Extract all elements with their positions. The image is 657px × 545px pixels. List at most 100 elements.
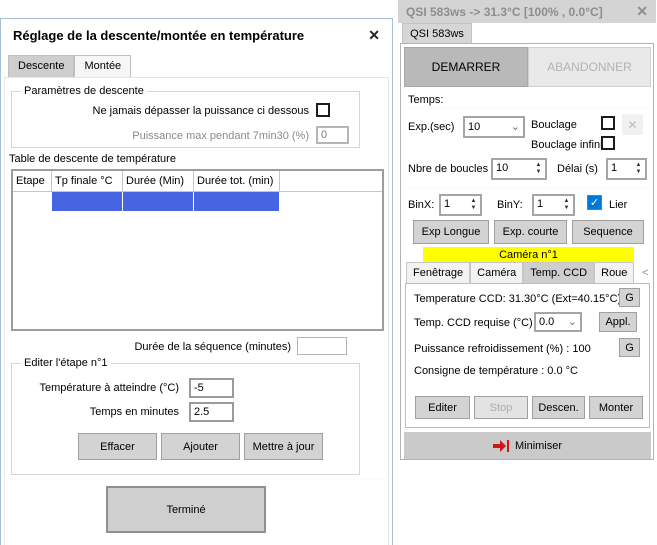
- window-title: Réglage de la descente/montée en tempéra…: [13, 28, 304, 43]
- link-bin-checkbox[interactable]: ✓: [587, 195, 602, 210]
- never-exceed-power-label: Ne jamais dépasser la puissance ci desso…: [31, 105, 309, 117]
- time-minutes-input[interactable]: 2.5: [189, 402, 234, 422]
- spin-up-icon[interactable]: ▲: [471, 198, 477, 205]
- camera-tabs: Fenêtrage Caméra Temp. CCD Roue < >: [406, 262, 657, 283]
- max-power-input[interactable]: 0: [316, 126, 349, 144]
- raise-button[interactable]: Monter: [589, 396, 643, 419]
- loops-count-label: Nbre de boucles: [408, 163, 488, 175]
- minimize-arrow-icon: [493, 440, 509, 452]
- table-cell[interactable]: [194, 192, 280, 211]
- biny-label: BinY:: [497, 199, 523, 211]
- biny-value: 1: [534, 196, 560, 214]
- spin-up-icon[interactable]: ▲: [564, 198, 570, 205]
- binx-label: BinX:: [408, 199, 434, 211]
- minimize-label: Minimiser: [515, 440, 562, 452]
- required-temp-label: Temp. CCD requise (°C): [414, 317, 533, 329]
- target-temperature-label: Température à atteindre (°C): [31, 382, 179, 394]
- biny-stepper[interactable]: 1 ▲▼: [532, 194, 575, 216]
- spin-up-icon[interactable]: ▲: [536, 162, 542, 169]
- window-titlebar: QSI 583ws -> 31.3°C [100% , 0.0°C] ✕: [398, 0, 656, 23]
- short-exposure-button[interactable]: Exp. courte: [494, 220, 567, 244]
- clear-button[interactable]: Effacer: [78, 433, 157, 460]
- target-temperature-input[interactable]: -5: [189, 378, 234, 398]
- delay-stepper[interactable]: 1 ▲▼: [606, 158, 647, 180]
- graph-button[interactable]: G: [619, 338, 640, 357]
- col-etape: Etape: [13, 171, 52, 191]
- close-icon[interactable]: ✕: [368, 27, 380, 44]
- table-row[interactable]: [13, 192, 382, 211]
- required-temp-combobox[interactable]: 0.0 ⌄: [534, 312, 582, 332]
- abort-button[interactable]: ABANDONNER: [528, 47, 651, 87]
- spin-down-icon[interactable]: ▼: [564, 205, 570, 212]
- camera-panel: DEMARRER ABANDONNER Temps: Exp.(sec) 10 …: [400, 43, 654, 460]
- bottom-divider: [4, 479, 389, 480]
- temperature-setpoint-readout: Consigne de température : 0.0 °C: [414, 365, 578, 377]
- edit-button[interactable]: Editer: [415, 396, 470, 419]
- link-bin-label: Lier: [609, 199, 627, 211]
- close-icon[interactable]: ✕: [636, 3, 648, 20]
- sequence-button[interactable]: Sequence: [572, 220, 644, 244]
- col-duree: Durée (Min): [123, 171, 194, 191]
- never-exceed-power-checkbox[interactable]: [316, 103, 330, 117]
- window-title: QSI 583ws -> 31.3°C [100% , 0.0°C]: [406, 5, 603, 19]
- tab-fenetrage[interactable]: Fenêtrage: [406, 262, 470, 283]
- table-cell[interactable]: [123, 192, 194, 211]
- chevron-down-icon[interactable]: ⌄: [568, 318, 580, 326]
- descent-table-header: Etape Tp finale °C Durée (Min) Durée tot…: [13, 171, 382, 192]
- infinite-loop-checkbox[interactable]: [601, 136, 615, 150]
- sequence-duration-input[interactable]: [297, 337, 347, 355]
- loops-count-value: 10: [493, 160, 532, 178]
- exposure-value: 10: [468, 121, 480, 133]
- loops-count-stepper[interactable]: 10 ▲▼: [491, 158, 547, 180]
- spin-down-icon[interactable]: ▼: [636, 169, 642, 176]
- tab-scroll-left-icon[interactable]: <: [642, 267, 648, 279]
- tab-roue[interactable]: Roue: [594, 262, 634, 283]
- tab-montee[interactable]: Montée: [74, 55, 131, 77]
- cooling-power-readout: Puissance refroidissement (%) : 100: [414, 343, 591, 355]
- tab-qsi-583ws[interactable]: QSI 583ws: [402, 23, 472, 43]
- binx-value: 1: [441, 196, 467, 214]
- descent-params-group-label: Paramètres de descente: [21, 85, 147, 97]
- divider: [404, 108, 650, 109]
- loop-checkbox[interactable]: [601, 116, 615, 130]
- descent-table-label: Table de descente de température: [9, 153, 176, 165]
- check-icon: ✓: [590, 196, 599, 209]
- update-button[interactable]: Mettre à jour: [244, 433, 323, 460]
- descend-button[interactable]: Descen.: [532, 396, 585, 419]
- cancel-loop-icon[interactable]: ✕: [622, 114, 643, 135]
- exposure-label: Exp.(sec): [408, 121, 454, 133]
- table-cell[interactable]: [13, 192, 52, 211]
- minimize-button[interactable]: Minimiser: [404, 432, 651, 459]
- edit-step-group-label: Editer l'étape n°1: [21, 357, 111, 369]
- temp-ccd-panel: Temperature CCD: 31.30°C (Ext=40.15°C) G…: [405, 283, 650, 428]
- col-duree-tot: Durée tot. (min): [194, 171, 280, 191]
- time-minutes-label: Temps en minutes: [31, 406, 179, 418]
- tab-temp-ccd[interactable]: Temp. CCD: [523, 262, 594, 283]
- exposure-combobox[interactable]: 10 ⌄: [463, 116, 525, 138]
- descent-rise-tabs: Descente Montée: [8, 55, 131, 77]
- stop-button[interactable]: Stop: [474, 396, 528, 419]
- spin-down-icon[interactable]: ▼: [536, 169, 542, 176]
- apply-button[interactable]: Appl.: [599, 312, 637, 332]
- window-titlebar: Réglage de la descente/montée en tempéra…: [1, 19, 392, 52]
- max-power-label: Puissance max pendant 7min30 (%): [101, 130, 309, 142]
- col-tp-finale: Tp finale °C: [52, 171, 123, 191]
- chevron-down-icon[interactable]: ⌄: [511, 123, 523, 131]
- divider: [404, 187, 650, 188]
- ccd-temperature-readout: Temperature CCD: 31.30°C (Ext=40.15°C): [414, 293, 621, 305]
- start-button[interactable]: DEMARRER: [404, 47, 528, 87]
- infinite-loop-label: Bouclage infini: [531, 139, 603, 151]
- binx-stepper[interactable]: 1 ▲▼: [439, 194, 482, 216]
- spin-down-icon[interactable]: ▼: [471, 205, 477, 212]
- graph-button[interactable]: G: [619, 288, 640, 307]
- tab-descente[interactable]: Descente: [8, 55, 74, 77]
- add-button[interactable]: Ajouter: [161, 433, 240, 460]
- sequence-duration-label: Durée de la séquence (minutes): [101, 341, 291, 353]
- descent-table[interactable]: Etape Tp finale °C Durée (Min) Durée tot…: [11, 169, 384, 331]
- spin-up-icon[interactable]: ▲: [636, 162, 642, 169]
- tab-camera[interactable]: Caméra: [470, 262, 523, 283]
- long-exposure-button[interactable]: Exp Longue: [413, 220, 489, 244]
- camera-banner: Caméra n°1: [423, 247, 634, 262]
- table-cell[interactable]: [52, 192, 123, 211]
- done-button[interactable]: Terminé: [106, 486, 266, 533]
